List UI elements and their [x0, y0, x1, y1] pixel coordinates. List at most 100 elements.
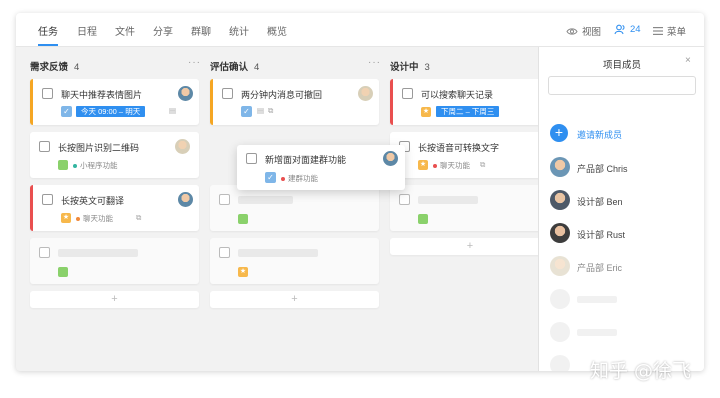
task-label: 聊天功能: [433, 160, 470, 171]
invite-member-button[interactable]: +: [550, 124, 568, 142]
skeleton-avatar: [550, 355, 570, 371]
assignee-avatar: [383, 151, 398, 166]
members-button[interactable]: 24: [614, 24, 641, 35]
task-checkbox[interactable]: [39, 141, 50, 152]
column-title-text: 设计中: [390, 62, 419, 73]
skeleton-line: [238, 249, 318, 257]
task-card[interactable]: 可以搜索聊天记录 ★ 下周二 – 下周三: [390, 79, 550, 125]
member-name[interactable]: 设计部 Rust: [577, 228, 625, 241]
dragging-task-card[interactable]: 新增面对面建群功能 ✓ 建群功能: [237, 145, 405, 190]
tag-icon: [418, 214, 428, 224]
task-card[interactable]: 长按图片识别二维码 小程序功能: [30, 132, 199, 178]
task-checkbox[interactable]: [42, 194, 53, 205]
members-icon: [614, 24, 625, 35]
task-label: 聊天功能: [76, 213, 113, 224]
assignee-avatar: [175, 139, 190, 154]
task-title: 长按图片识别二维码: [58, 143, 140, 153]
task-card[interactable]: 长按英文可翻译 ★ 聊天功能 ⧉: [30, 185, 199, 231]
task-label-text: 聊天功能: [83, 214, 113, 223]
label-dot-icon: [76, 216, 80, 221]
tab-group-chat[interactable]: 群聊: [191, 23, 211, 38]
skeleton-line: [238, 196, 293, 204]
task-checkbox[interactable]: [402, 88, 413, 99]
column-title-text: 评估确认: [210, 62, 249, 73]
watermark-text: 知乎 @徐飞: [590, 360, 692, 382]
tab-schedule[interactable]: 日程: [77, 23, 97, 38]
tab-share[interactable]: 分享: [153, 23, 173, 38]
menu-label: 菜单: [667, 27, 687, 38]
top-navigation-bar: 任务 日程 文件 分享 群聊 统计 概览 视图 24 菜单: [16, 13, 704, 47]
add-task-button[interactable]: +: [210, 291, 379, 308]
column-title: 设计中 3: [390, 59, 430, 73]
star-icon: ★: [421, 107, 431, 117]
task-label-text: 建群功能: [288, 174, 318, 183]
add-task-button[interactable]: +: [30, 291, 199, 308]
column-more-icon[interactable]: ···: [368, 57, 381, 68]
task-checkbox: [219, 194, 230, 205]
label-dot-icon: [73, 163, 77, 168]
skeleton-line: [418, 196, 478, 204]
member-search-input[interactable]: [548, 76, 696, 95]
menu-button[interactable]: 菜单: [653, 24, 686, 38]
member-avatar: [550, 190, 570, 210]
task-label: 建群功能: [281, 173, 318, 184]
skeleton-line: [577, 329, 617, 336]
task-label-text: 小程序功能: [80, 161, 118, 170]
note-icon: ▤: [257, 106, 265, 115]
member-name[interactable]: 产品部 Chris: [577, 162, 628, 175]
invite-member-label[interactable]: 邀请新成员: [577, 128, 622, 141]
close-icon[interactable]: ×: [685, 55, 691, 66]
app-window: 任务 日程 文件 分享 群聊 统计 概览 视图 24 菜单 需求反馈 4 ···…: [16, 13, 704, 371]
task-title: 两分钟内消息可撤回: [241, 90, 323, 100]
task-checkbox: [219, 247, 230, 258]
placeholder-card: [30, 238, 199, 284]
task-card[interactable]: 两分钟内消息可撤回 ✓ ▤ ⧉: [210, 79, 379, 125]
assignee-avatar: [358, 86, 373, 101]
checklist-icon: ✓: [265, 172, 276, 183]
active-tab-indicator: [38, 44, 58, 46]
tab-tasks[interactable]: 任务: [38, 23, 58, 38]
panel-title: 项目成员: [602, 60, 641, 71]
add-task-button[interactable]: +: [390, 238, 550, 255]
task-card[interactable]: 长按语音可转换文字 ★ 聊天功能 ⧉: [390, 132, 550, 178]
assignee-avatar: [178, 192, 193, 207]
task-card[interactable]: 聊天中推荐表情图片 ✓ 今天 09:00 – 明天 ▤: [30, 79, 199, 125]
task-label: 小程序功能: [73, 160, 118, 171]
task-checkbox[interactable]: [222, 88, 233, 99]
member-avatar: [550, 223, 570, 243]
project-members-panel: 项目成员 × + 邀请新成员 产品部 Chris 设计部 Ben 设计部 Rus…: [538, 47, 704, 371]
column-title: 需求反馈 4: [30, 59, 79, 73]
placeholder-card: [210, 185, 379, 231]
star-icon: ★: [238, 267, 248, 277]
star-icon: ★: [61, 213, 71, 223]
tag-icon: [58, 267, 68, 277]
column-count: 4: [254, 62, 260, 73]
placeholder-card: [390, 185, 550, 231]
task-checkbox[interactable]: [42, 88, 53, 99]
tag-icon: [58, 160, 68, 170]
label-dot-icon: [281, 176, 285, 181]
note-icon: ▤: [169, 106, 177, 115]
tab-overview[interactable]: 概览: [267, 23, 287, 38]
tab-files[interactable]: 文件: [115, 23, 135, 38]
member-avatar: [550, 157, 570, 177]
task-title: 长按语音可转换文字: [418, 143, 500, 153]
view-button[interactable]: 视图: [566, 24, 601, 38]
member-name[interactable]: 设计部 Ben: [577, 195, 623, 208]
member-avatar: [550, 256, 570, 276]
due-date-tag: 今天 09:00 – 明天: [76, 106, 146, 117]
assignee-avatar: [178, 86, 193, 101]
checklist-icon: ✓: [241, 106, 252, 117]
column-more-icon[interactable]: ···: [188, 57, 201, 68]
view-label: 视图: [582, 27, 602, 38]
due-date-tag: 下周二 – 下周三: [436, 106, 500, 117]
task-title: 可以搜索聊天记录: [421, 90, 494, 100]
task-checkbox[interactable]: [246, 153, 257, 164]
tab-statistics[interactable]: 统计: [229, 23, 249, 38]
member-count: 24: [630, 24, 641, 35]
column-count: 4: [74, 62, 80, 73]
menu-icon: [653, 27, 663, 35]
placeholder-card: ★: [210, 238, 379, 284]
task-title: 新增面对面建群功能: [265, 155, 347, 165]
member-name[interactable]: 产品部 Eric: [577, 261, 622, 274]
